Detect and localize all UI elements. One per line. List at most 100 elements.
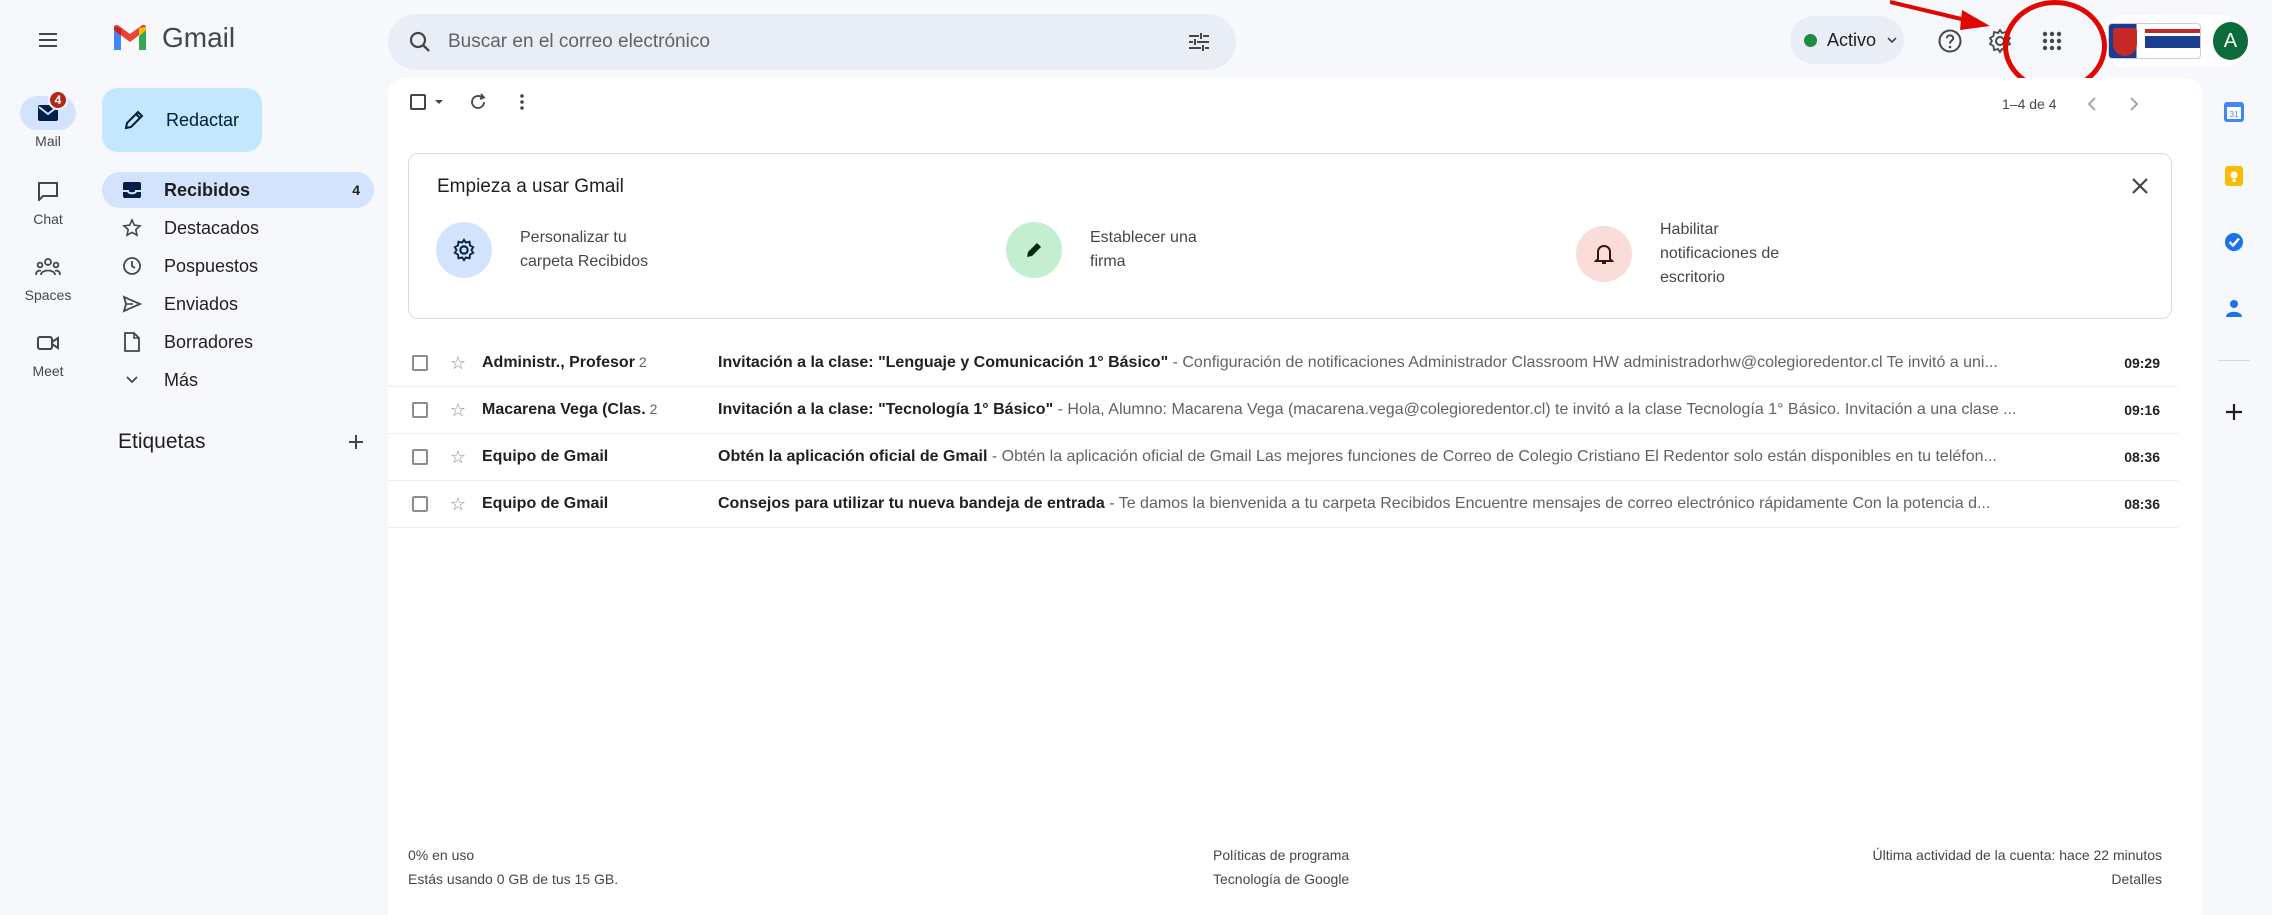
tasks-button[interactable] (2214, 222, 2254, 262)
gs-tip-line: notificaciones de (1660, 245, 1780, 262)
pager-text: 1–4 de 4 (2002, 96, 2057, 112)
keep-icon (2225, 166, 2243, 186)
row-checkbox[interactable] (412, 355, 428, 371)
nav-item-drafts[interactable]: Borradores (102, 324, 374, 360)
enable-notifications-tip[interactable]: Habilitar notificaciones de escritorio (1576, 218, 1820, 290)
bell-icon (1593, 244, 1615, 264)
search-icon[interactable] (408, 30, 432, 54)
nav-item-more[interactable]: Más (102, 362, 374, 398)
draft-icon (124, 332, 140, 352)
main-menu-button[interactable] (28, 20, 68, 60)
close-button[interactable] (2124, 170, 2156, 202)
email-row[interactable]: ☆ Administr., Profesor 2 Invitación a la … (388, 340, 2178, 387)
list-toolbar (410, 92, 532, 112)
email-content: Invitación a la clase: "Tecnología 1° Bá… (718, 401, 2056, 419)
close-icon (2132, 178, 2148, 194)
chat-icon (38, 182, 58, 201)
row-checkbox[interactable] (412, 496, 428, 512)
calendar-icon: 31 (2224, 102, 2244, 122)
star-icon[interactable]: ☆ (448, 447, 468, 468)
gs-tip-text: Personalizar tu carpeta Recibidos (520, 226, 680, 274)
chevron-left-icon[interactable] (2085, 96, 2099, 112)
status-dot (1804, 33, 1817, 47)
mail-badge: 4 (48, 90, 68, 110)
gear-icon (453, 238, 475, 262)
email-time: 08:36 (2124, 496, 2160, 512)
nav-item-starred[interactable]: Destacados (102, 210, 374, 246)
rail-item-spaces[interactable]: Spaces (14, 250, 82, 303)
tasks-icon (2225, 233, 2243, 251)
row-checkbox[interactable] (412, 402, 428, 418)
refresh-icon[interactable] (468, 92, 488, 112)
checkbox-icon (410, 94, 426, 110)
rail-item-mail[interactable]: 4 Mail (14, 90, 82, 149)
gs-tip-line: firma (1090, 253, 1126, 270)
account-button[interactable]: A (2100, 15, 2248, 67)
chevron-right-icon[interactable] (2127, 96, 2141, 112)
search-bar[interactable] (388, 14, 1236, 70)
get-addons-button[interactable] (2214, 392, 2254, 432)
status-selector[interactable]: Activo (1790, 16, 1904, 64)
search-input[interactable] (448, 31, 1186, 53)
nav-item-snoozed[interactable]: Pospuestos (102, 248, 374, 284)
powered-by-google: Tecnología de Google (1213, 871, 1350, 887)
email-row[interactable]: ☆ Equipo de Gmail Obtén la aplicación of… (388, 434, 2178, 481)
status-label: Activo (1827, 29, 1877, 50)
star-icon[interactable]: ☆ (448, 353, 468, 374)
star-icon[interactable]: ☆ (448, 400, 468, 421)
rail-label: Chat (33, 211, 63, 227)
add-label-icon[interactable] (346, 432, 366, 452)
email-sender: Equipo de Gmail (482, 448, 609, 465)
email-content: Obtén la aplicación oficial de Gmail - O… (718, 448, 2056, 466)
video-camera-icon (37, 336, 59, 350)
star-icon[interactable]: ☆ (448, 494, 468, 515)
gs-tip-line: Habilitar (1660, 221, 1719, 238)
pen-icon (1027, 243, 1041, 257)
avatar: A (2212, 22, 2248, 60)
gs-tip-line: Personalizar tu (520, 229, 627, 246)
email-content: Consejos para utilizar tu nueva bandeja … (718, 495, 2056, 513)
inbox-icon (123, 182, 141, 198)
nav-label: Borradores (164, 331, 254, 352)
nav-item-sent[interactable]: Enviados (102, 286, 374, 322)
svg-text:31: 31 (2230, 110, 2239, 119)
gmail-logo[interactable]: Gmail (112, 22, 235, 54)
getting-started-title: Empieza a usar Gmail (437, 176, 624, 197)
rail-label: Meet (32, 363, 64, 379)
keep-button[interactable] (2214, 156, 2254, 196)
email-subject: Obtén la aplicación oficial de Gmail (718, 448, 988, 465)
storage-usage: 0% en uso (408, 847, 475, 863)
row-checkbox[interactable] (412, 449, 428, 465)
more-vertical-icon[interactable] (512, 92, 532, 112)
search-options-icon[interactable] (1186, 30, 1212, 54)
program-policies-link[interactable]: Políticas de programa (1213, 843, 1349, 867)
nav-item-inbox[interactable]: Recibidos 4 (102, 172, 374, 208)
rail-label: Mail (35, 133, 61, 149)
side-divider (2218, 360, 2250, 361)
email-content: Invitación a la clase: "Lenguaje y Comun… (718, 354, 2056, 372)
email-row[interactable]: ☆ Equipo de Gmail Consejos para utilizar… (388, 481, 2178, 528)
gs-tip-line: carpeta Recibidos (520, 253, 649, 270)
compose-label: Redactar (166, 109, 240, 130)
plus-icon (2226, 404, 2242, 420)
customize-inbox-tip[interactable]: Personalizar tu carpeta Recibidos (436, 222, 680, 278)
labels-section-header: Etiquetas (118, 430, 366, 454)
email-subject: Consejos para utilizar tu nueva bandeja … (718, 495, 1105, 512)
details-link[interactable]: Detalles (1873, 867, 2162, 891)
inbox-count: 4 (352, 182, 360, 198)
compose-button[interactable]: Redactar (102, 88, 262, 152)
clock-icon (123, 257, 141, 275)
send-icon (122, 295, 142, 313)
set-signature-tip[interactable]: Establecer una firma (1006, 222, 1250, 278)
pencil-icon (124, 110, 144, 130)
rail-label: Spaces (24, 287, 72, 303)
organization-logo (2108, 23, 2201, 59)
calendar-button[interactable]: 31 (2214, 92, 2254, 132)
nav-label: Pospuestos (164, 255, 259, 276)
rail-item-chat[interactable]: Chat (14, 174, 82, 227)
contacts-button[interactable] (2214, 288, 2254, 328)
select-all-checkbox[interactable] (410, 94, 444, 110)
email-time: 09:29 (2124, 355, 2160, 371)
email-row[interactable]: ☆ Macarena Vega (Clas. 2 Invitación a la … (388, 387, 2178, 434)
rail-item-meet[interactable]: Meet (14, 326, 82, 379)
